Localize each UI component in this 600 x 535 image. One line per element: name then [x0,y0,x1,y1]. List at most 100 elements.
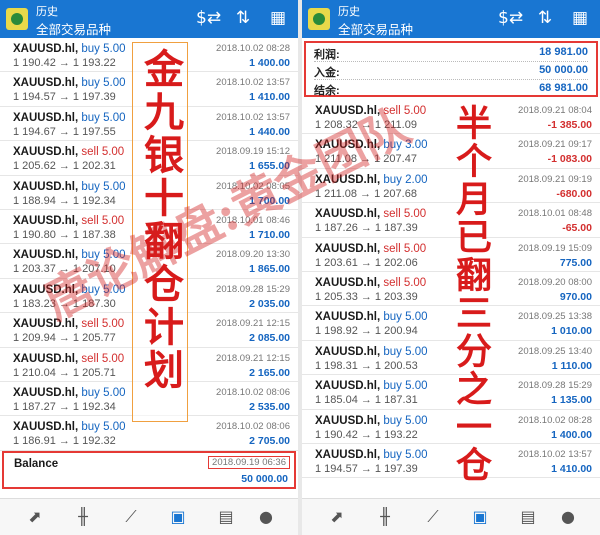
overlay-text-right: 半个月已翻三分之一仓 [450,104,492,484]
trade-profit: 1 700.00 [249,194,290,207]
trade-profit: 1 440.00 [249,125,290,138]
summary-profit: 利润: 18 981.00 [314,44,588,62]
trade-profit: 1 710.00 [249,228,290,241]
trade-profit: -65.00 [562,222,592,235]
symbol-text: XAUUSD.hl, [13,43,79,55]
trade-profit: 1 865.00 [249,263,290,276]
trade-time: 2018.09.20 13:30 [216,249,290,261]
bottom-tab-bar: ⬈ ╫ ⟋ ▣ ▤ ● [302,498,600,535]
trade-prices: 1 183.23 → 1 187.30 [13,297,116,310]
calendar-icon[interactable]: ▦ [568,6,592,30]
balance-label: Balance [14,457,59,470]
chart-candles-icon[interactable]: ╫ [373,506,397,528]
app-logo-icon[interactable] [6,8,28,30]
trade-action: buy 5.00 [81,421,126,434]
trade-symbol: XAUUSD.hl, sell 5.00 [13,146,124,158]
calendar-icon[interactable]: ▦ [266,6,290,30]
sort-icon[interactable]: ⇅ [533,6,557,30]
news-icon[interactable]: ▤ [516,506,540,528]
analytics-icon[interactable]: ⟋ [421,506,445,528]
trade-symbol: XAUUSD.hl, sell 5.00 [315,243,426,255]
trade-prices: 1 190.42 → 1 193.22 [13,57,116,69]
trade-prices: 1 186.91 → 1 192.32 [13,435,116,448]
trade-profit: 1 110.00 [551,359,592,372]
trade-action: buy 2.00 [383,173,428,186]
currency-exchange-icon[interactable]: $⇄ [196,6,221,30]
symbol-text: XAUUSD.hl, [13,214,79,227]
trade-action: sell 5.00 [81,352,125,365]
app-logo-icon[interactable] [308,8,330,30]
trade-time: 2018.09.28 15:29 [518,380,592,392]
history-icon[interactable]: ▣ [166,506,190,528]
trade-symbol: XAUUSD.hl, buy 5.00 [13,284,126,296]
trade-action: buy 5.00 [383,414,428,427]
chat-icon[interactable]: ● [254,506,278,528]
header-title: 全部交易品种 [338,22,414,37]
trade-symbol: XAUUSD.hl, buy 5.00 [315,346,428,358]
trade-time: 2018.10.02 08:06 [216,386,290,398]
news-icon[interactable]: ▤ [214,506,238,528]
trade-time: 2018.09.25 13:38 [518,311,592,323]
trade-action: sell 5.00 [383,276,427,289]
trade-time: 2018.10.02 08:28 [518,414,592,426]
trade-time: 2018.10.02 08:06 [216,421,290,433]
analytics-icon[interactable]: ⟋ [119,506,143,528]
trade-prices: 1 194.57 → 1 197.39 [13,91,116,104]
trade-profit: 2 535.00 [249,400,290,413]
sort-icon[interactable]: ⇅ [231,6,255,30]
trade-symbol: XAUUSD.hl, buy 5.00 [13,387,126,399]
summary-deposit: 入金: 50 000.00 [314,62,588,80]
trade-prices: 1 203.61 → 1 202.06 [315,256,418,269]
symbol-text: XAUUSD.hl, [315,242,381,255]
trade-profit: 2 035.00 [249,297,290,310]
symbol-text: XAUUSD.hl, [13,386,79,399]
symbol-text: XAUUSD.hl, [13,249,79,262]
trade-prices: 1 194.67 → 1 197.55 [13,125,116,138]
trade-prices: 1 203.37 → 1 207.10 [13,263,116,276]
trade-prices: 1 190.42 → 1 193.22 [315,428,418,441]
trade-action: sell 5.00 [81,214,125,227]
trade-time: 2018.09.28 15:29 [216,283,290,295]
trade-prices: 1 187.27 → 1 192.34 [13,400,116,413]
symbol-text: XAUUSD.hl, [315,139,381,152]
trade-time: 2018.09.25 13:40 [518,345,592,357]
trade-action: buy 5.00 [383,448,428,461]
summary-value: 68 981.00 [539,82,588,94]
symbol-text: XAUUSD.hl, [13,421,79,434]
trade-icon[interactable]: ⬈ [325,506,349,528]
trade-icon[interactable]: ⬈ [23,506,47,528]
trade-symbol: XAUUSD.hl, buy 5.00 [13,112,126,124]
trade-symbol: XAUUSD.hl, buy 5.00 [315,311,428,323]
trade-time: 2018.09.21 12:15 [216,318,290,330]
trade-action: buy 5.00 [81,249,126,262]
trade-action: sell 5.00 [383,105,427,117]
trade-symbol: XAUUSD.hl, sell 5.00 [13,353,124,365]
history-panel-left: 历史 全部交易品种 $⇄ ⇅ ▦ XAUUSD.hl, buy 5.00 1 19… [0,0,298,535]
trade-action: sell 5.00 [81,146,125,159]
trade-action: buy 5.00 [81,283,126,296]
history-icon[interactable]: ▣ [468,506,492,528]
trade-time: 2018.10.02 08:05 [216,180,290,192]
trade-action: buy 5.00 [81,386,126,399]
trade-time: 2018.09.19 15:12 [216,146,290,158]
trade-time: 2018.10.02 13:57 [216,111,290,123]
trade-prices: 1 211.08 → 1 207.47 [315,153,417,166]
symbol-text: XAUUSD.hl, [315,380,381,393]
summary-label: 入金: [314,67,340,79]
trade-action: sell 5.00 [383,242,427,255]
trade-action: sell 5.00 [383,208,427,221]
chart-candles-icon[interactable]: ╫ [71,506,95,528]
trade-prices: 1 187.26 → 1 187.39 [315,222,418,235]
trade-time: 2018.10.02 13:57 [518,448,592,460]
trade-symbol: XAUUSD.hl, buy 5.00 [13,77,126,89]
trade-prices: 1 211.08 → 1 207.68 [315,187,417,200]
chat-icon[interactable]: ● [556,506,580,528]
bottom-tab-bar: ⬈ ╫ ⟋ ▣ ▤ ● [0,498,298,535]
trade-symbol: XAUUSD.hl, buy 5.00 [315,380,428,392]
trade-profit: 1 655.00 [249,160,290,173]
trade-action: sell 5.00 [81,318,125,331]
trade-time: 2018.10.01 08:48 [518,208,592,220]
currency-exchange-icon[interactable]: $⇄ [498,6,523,30]
trade-symbol: XAUUSD.hl, sell 5.00 [315,105,426,117]
balance-row[interactable]: Balance 2018.09.19 06:36 50 000.00 [2,450,296,489]
